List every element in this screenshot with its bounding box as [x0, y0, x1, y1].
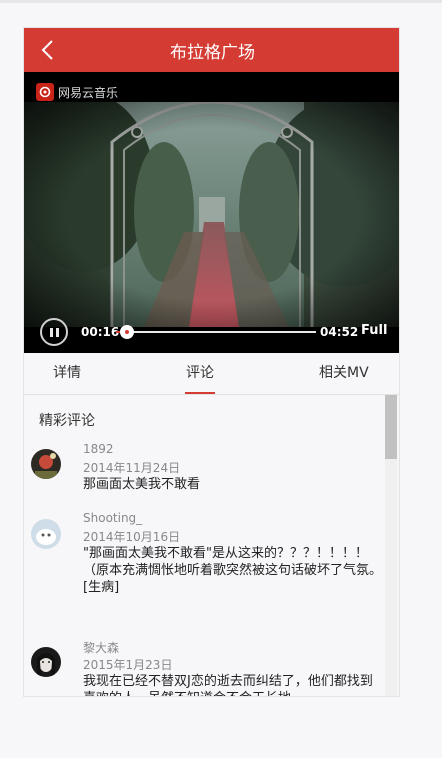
tab-comments[interactable]: 评论 — [186, 362, 214, 382]
comment-item: 黎大森 2015年1月23日 我现在已经不替双J恋的逝去而纠结了，他们都找到喜欢… — [24, 641, 384, 696]
netease-music-logo-icon — [36, 83, 54, 101]
watermark: 网易云音乐 — [36, 83, 118, 101]
comment-username[interactable]: Shooting_ — [83, 511, 142, 525]
active-tab-indicator — [185, 392, 215, 394]
comments-panel[interactable]: 精彩评论 1892 2014年11月24日 那画面太美我不敢看 Shooting… — [24, 395, 399, 696]
tab-details[interactable]: 详情 — [53, 362, 81, 382]
avatar[interactable] — [31, 647, 61, 677]
progress-knob[interactable] — [120, 325, 134, 339]
video-player[interactable]: 网易云音乐 00:16 04:52 Full — [24, 72, 399, 353]
comment-text: "那画面太美我不敢看"是从这来的？？？！！！！（原本充满惆怅地听着歌突然被这句话… — [83, 546, 383, 595]
chevron-left-icon — [41, 40, 53, 60]
fullscreen-button[interactable]: Full — [361, 323, 387, 338]
tab-bar: 详情 评论 相关MV — [24, 353, 399, 395]
scrollbar[interactable] — [385, 395, 397, 696]
avatar[interactable] — [31, 449, 61, 479]
pause-icon-bar — [56, 328, 59, 337]
watermark-text: 网易云音乐 — [58, 85, 119, 100]
back-button[interactable] — [36, 38, 62, 62]
total-time: 04:52 — [320, 325, 359, 339]
avatar[interactable] — [31, 519, 61, 549]
comment-text: 我现在已经不替双J恋的逝去而纠结了，他们都找到喜欢的人，虽然不知道会不会天长地 — [83, 674, 373, 696]
comment-username[interactable]: 1892 — [83, 442, 114, 456]
comment-date: 2014年10月16日 — [83, 530, 181, 544]
tab-related-mv[interactable]: 相关MV — [319, 362, 369, 382]
mobile-page: 布拉格广场 网易云音乐 00:16 04:52 Full 详情 评论 相关MV … — [23, 27, 400, 697]
page-title: 布拉格广场 — [170, 43, 255, 63]
section-title: 精彩评论 — [39, 413, 95, 429]
comment-item: 1892 2014年11月24日 那画面太美我不敢看 — [24, 442, 384, 509]
browser-top-edge — [0, 0, 442, 3]
scrollbar-thumb[interactable] — [385, 395, 397, 459]
comment-date: 2014年11月24日 — [83, 461, 181, 475]
current-time: 00:16 — [81, 325, 120, 339]
comment-username[interactable]: 黎大森 — [83, 639, 119, 656]
title-bar: 布拉格广场 — [24, 28, 399, 72]
video-frame — [24, 102, 399, 327]
pause-icon — [50, 328, 53, 337]
player-controls: 00:16 04:52 Full — [24, 315, 399, 349]
progress-track[interactable] — [116, 325, 316, 339]
comment-item: Shooting_ 2014年10月16日 "那画面太美我不敢看"是从这来的？？… — [24, 511, 384, 619]
comment-date: 2015年1月23日 — [83, 658, 173, 672]
comment-text: 那画面太美我不敢看 — [83, 477, 201, 492]
pause-button[interactable] — [40, 318, 68, 346]
